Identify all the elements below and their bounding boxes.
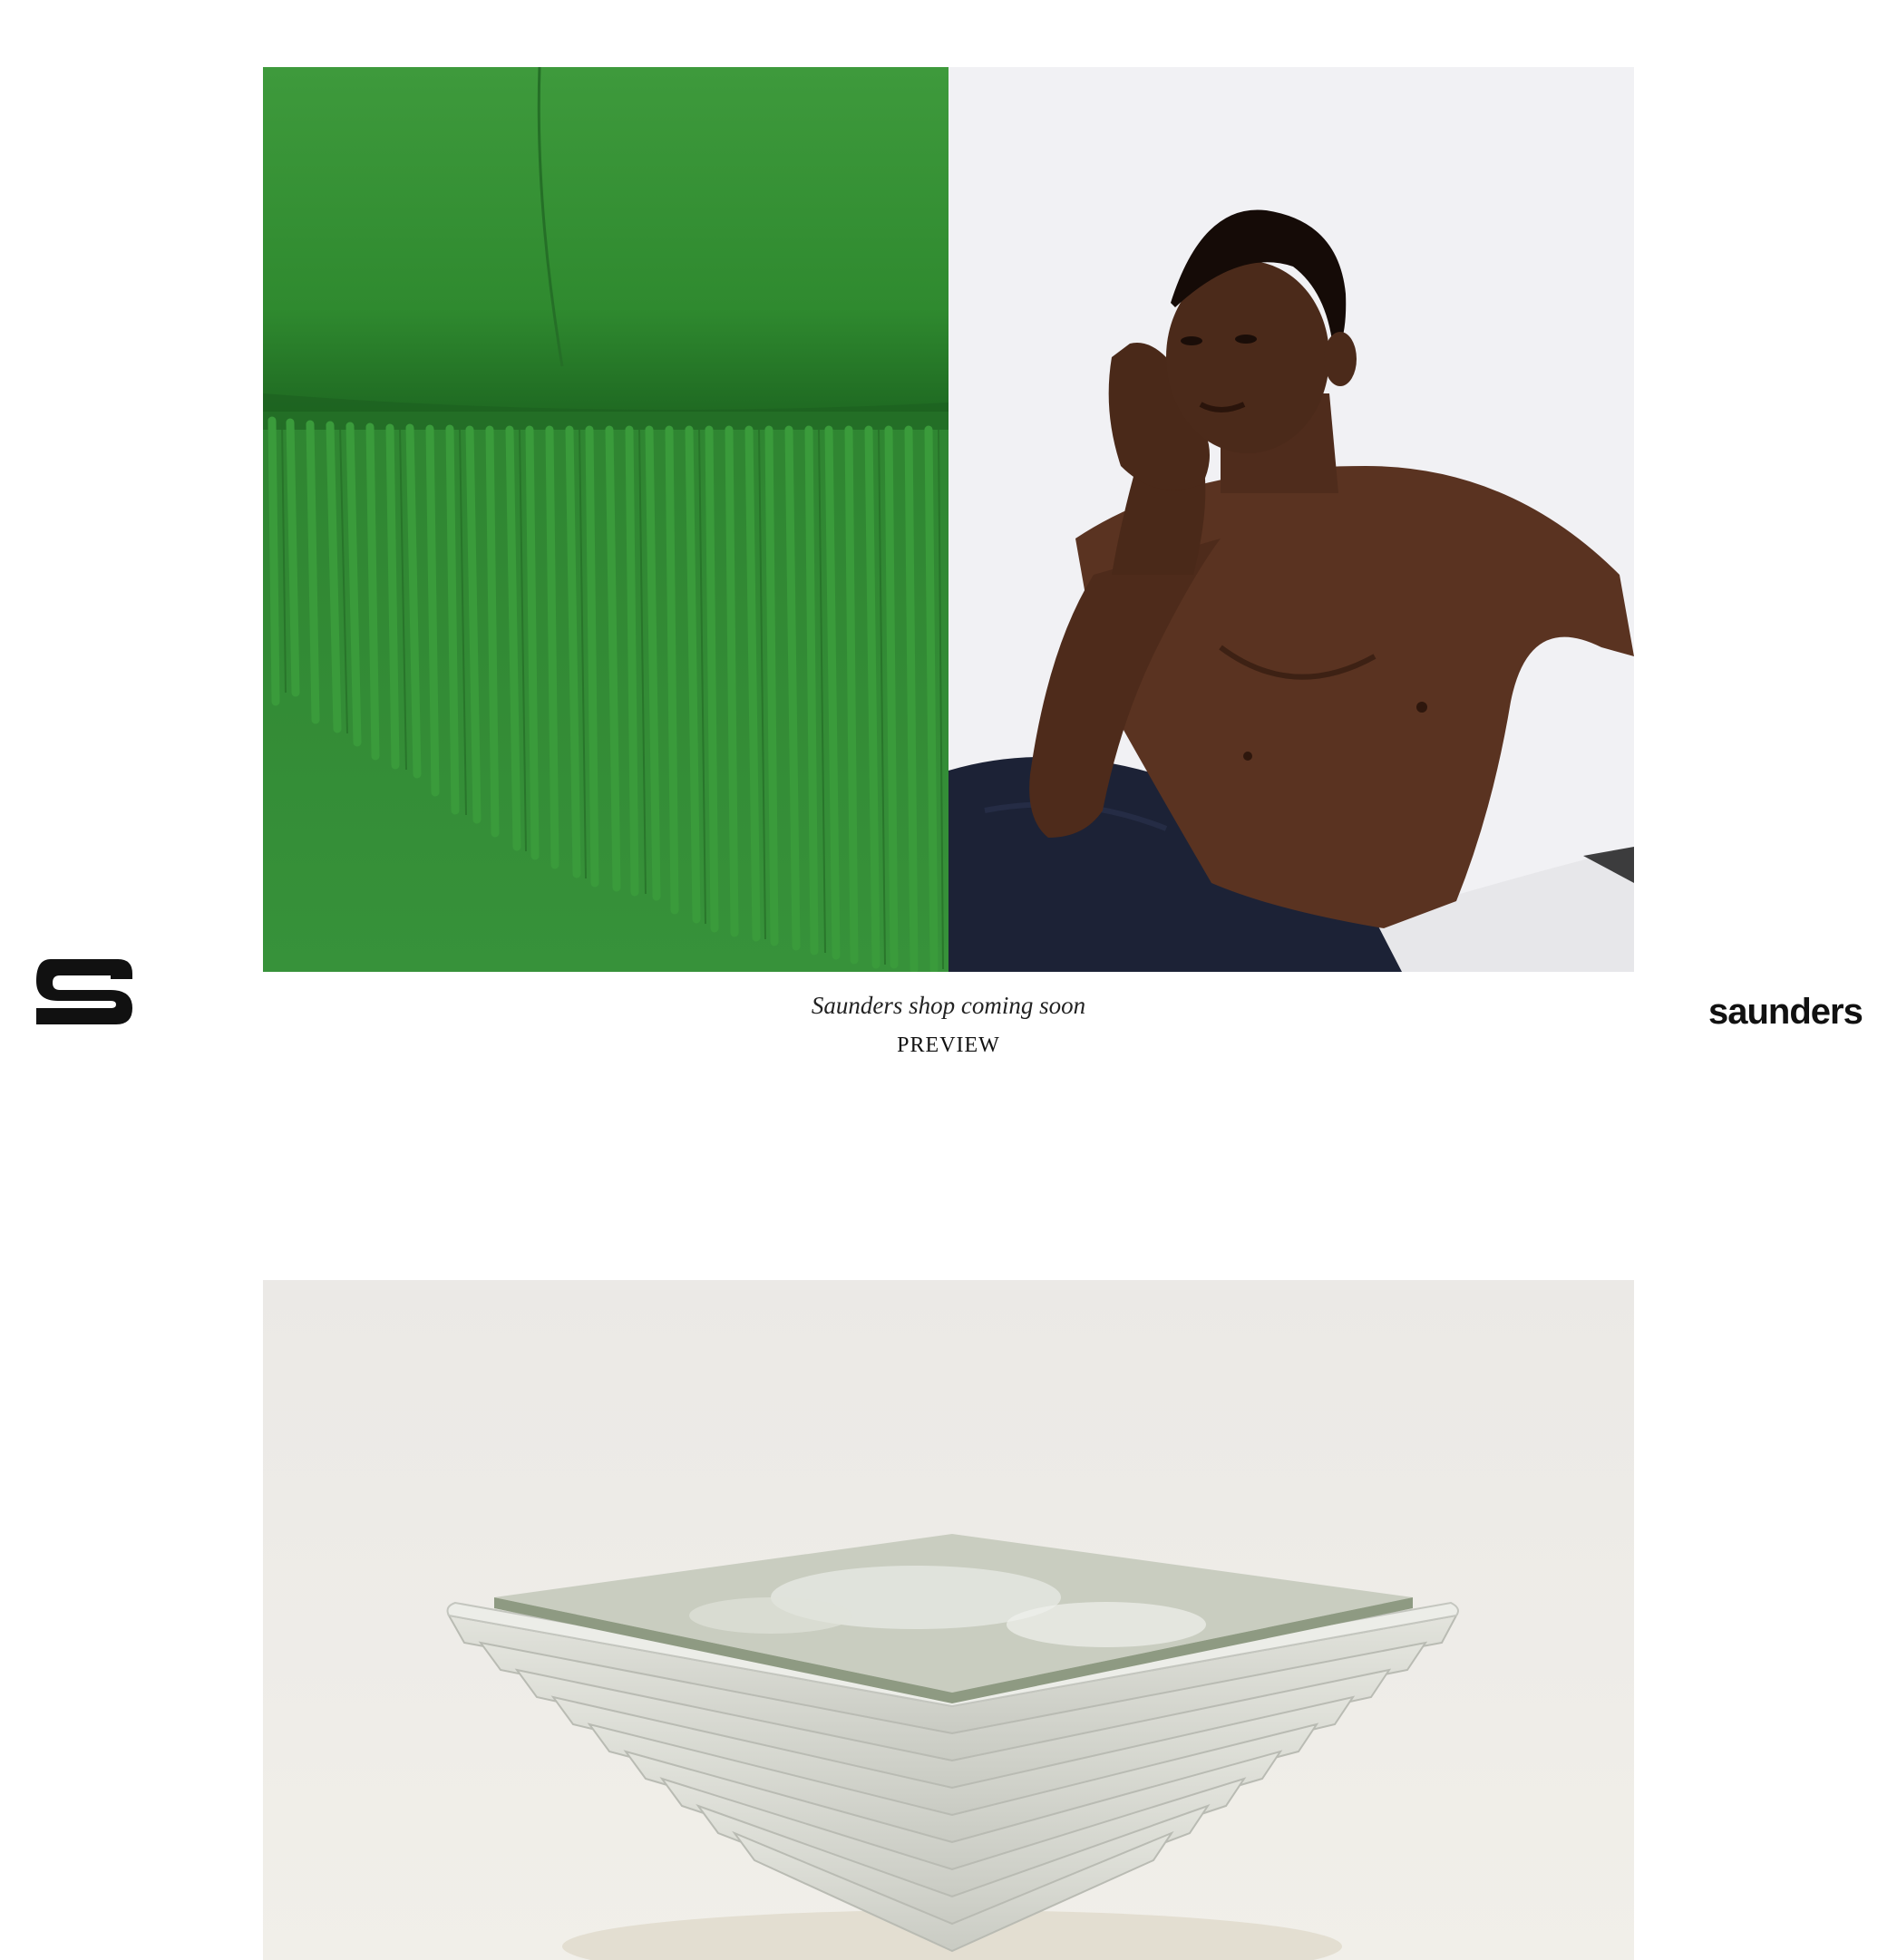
preview-link[interactable]: PREVIEW <box>897 1028 1000 1062</box>
saunders-wordmark-logo[interactable]: saunders <box>1708 988 1863 1035</box>
saunders-s-logo-icon[interactable] <box>34 956 134 1028</box>
green-fringe-sofa-image <box>263 67 948 972</box>
stepped-marble-coffee-table-image <box>263 1280 1634 1960</box>
model-reclining-portrait-image <box>948 67 1634 972</box>
shop-announcement: Saunders shop coming soon PREVIEW <box>263 986 1634 1062</box>
hero-image-pair <box>263 67 1634 972</box>
shop-coming-soon-text: Saunders shop coming soon <box>811 992 1086 1019</box>
